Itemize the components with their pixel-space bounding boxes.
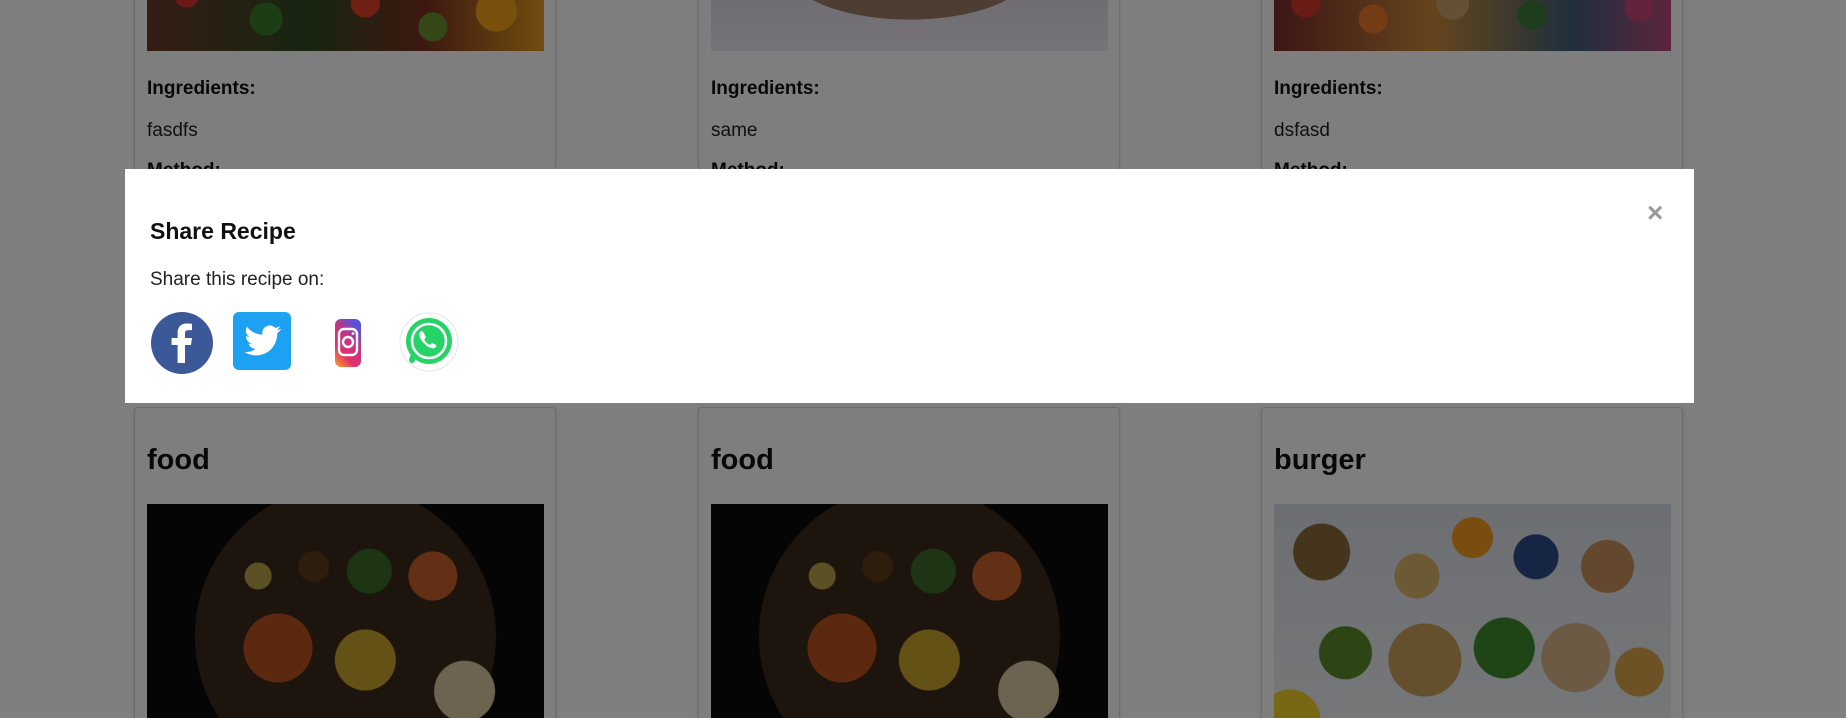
- facebook-icon[interactable]: [150, 311, 214, 380]
- modal-description: Share this recipe on:: [150, 269, 325, 290]
- modal-title: Share Recipe: [150, 218, 296, 244]
- twitter-icon[interactable]: [232, 311, 292, 376]
- whatsapp-icon[interactable]: [398, 311, 460, 378]
- share-modal: Share Recipe Share this recipe on: ×: [125, 169, 1694, 403]
- instagram-icon[interactable]: [320, 315, 376, 376]
- close-button[interactable]: ×: [1647, 199, 1663, 227]
- page: Ingredients: fasdfs Method: Ingredients:…: [0, 0, 1846, 718]
